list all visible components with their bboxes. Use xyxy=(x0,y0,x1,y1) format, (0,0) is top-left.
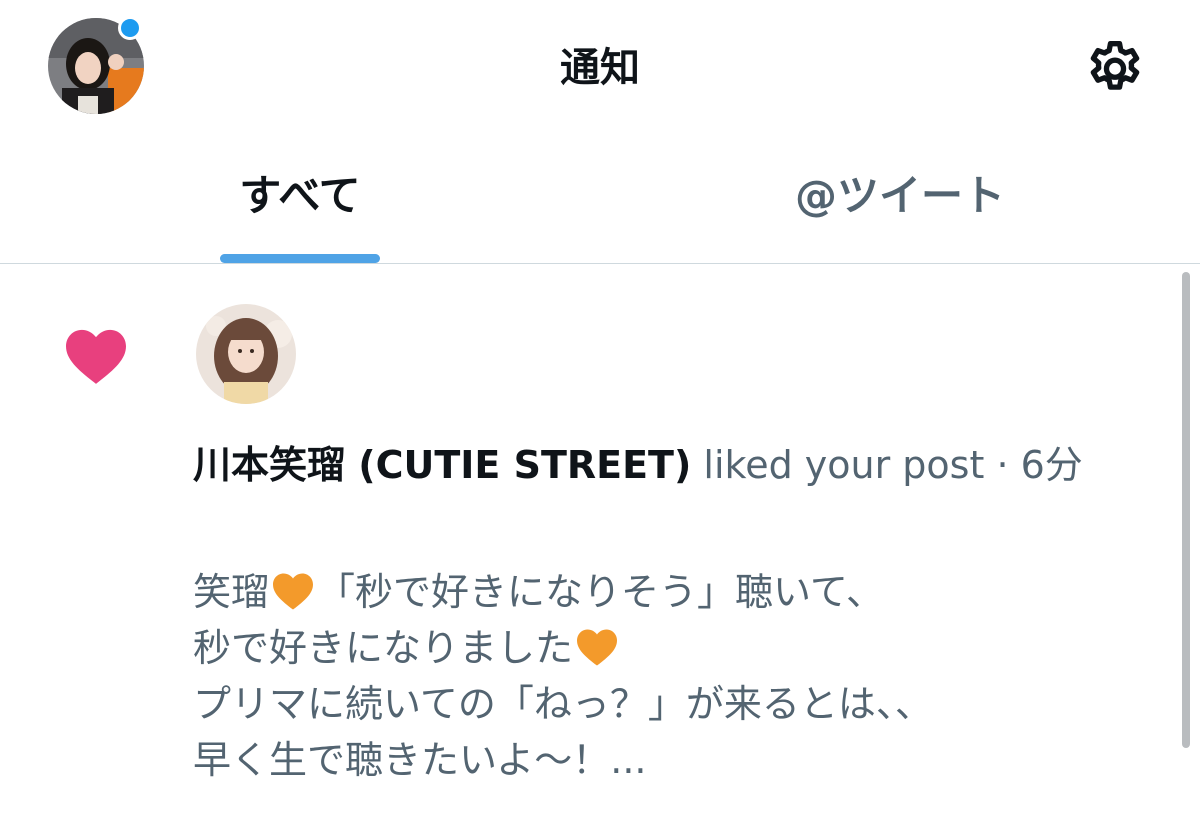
post-text: 秒で好きになりました xyxy=(193,626,574,670)
top-bar: 通知 xyxy=(0,0,1200,140)
heart-icon xyxy=(66,329,126,384)
post-text: 早く生で聴きたいよ〜！... xyxy=(193,738,647,782)
post-preview: 笑瑠 「秒で好きになりそう」聴いて、 秒で好きになりました プリマに続いての「ねっ… xyxy=(193,564,1153,788)
page-title: 通知 xyxy=(560,45,640,91)
scrollbar[interactable] xyxy=(1182,272,1190,748)
post-text: 「秒で好きになりそう」聴いて、 xyxy=(317,570,884,614)
settings-button[interactable] xyxy=(1080,34,1150,104)
post-line: プリマに続いての「ねっ？」が来るとは、、 xyxy=(193,676,1153,732)
unread-indicator xyxy=(118,16,142,40)
post-line: 秒で好きになりました xyxy=(193,620,1153,676)
orange-heart-emoji xyxy=(577,629,618,666)
tab-mentions[interactable]: @ツイート xyxy=(720,150,1080,263)
notifications-screen: 通知 すべて @ツイート 川本笑瑠 (CUTIE STREET) liked y… xyxy=(0,0,1200,821)
tab-all-label: すべて xyxy=(239,171,361,220)
post-line: 早く生で聴きたいよ〜！... xyxy=(193,732,1153,788)
tab-bar: すべて @ツイート xyxy=(0,150,1200,264)
orange-heart-emoji xyxy=(273,573,314,610)
notification-summary: 川本笑瑠 (CUTIE STREET) liked your post · 6分 xyxy=(193,436,1153,494)
post-text: プリマに続いての「ねっ？」が来るとは、、 xyxy=(193,682,933,726)
post-text: 笑瑠 xyxy=(193,570,270,614)
user-avatar-photo xyxy=(196,304,296,404)
action-text: liked your post · 6分 xyxy=(691,443,1083,487)
user-name[interactable]: 川本笑瑠 (CUTIE STREET) xyxy=(193,443,691,487)
notification-item[interactable]: 川本笑瑠 (CUTIE STREET) liked your post · 6分… xyxy=(0,264,1200,821)
user-avatar[interactable] xyxy=(196,304,296,404)
tab-mentions-label: @ツイート xyxy=(794,171,1005,220)
tab-all[interactable]: すべて xyxy=(180,150,420,263)
post-line: 笑瑠 「秒で好きになりそう」聴いて、 xyxy=(193,564,1153,620)
active-tab-indicator xyxy=(220,254,380,263)
gear-icon xyxy=(1090,41,1140,90)
